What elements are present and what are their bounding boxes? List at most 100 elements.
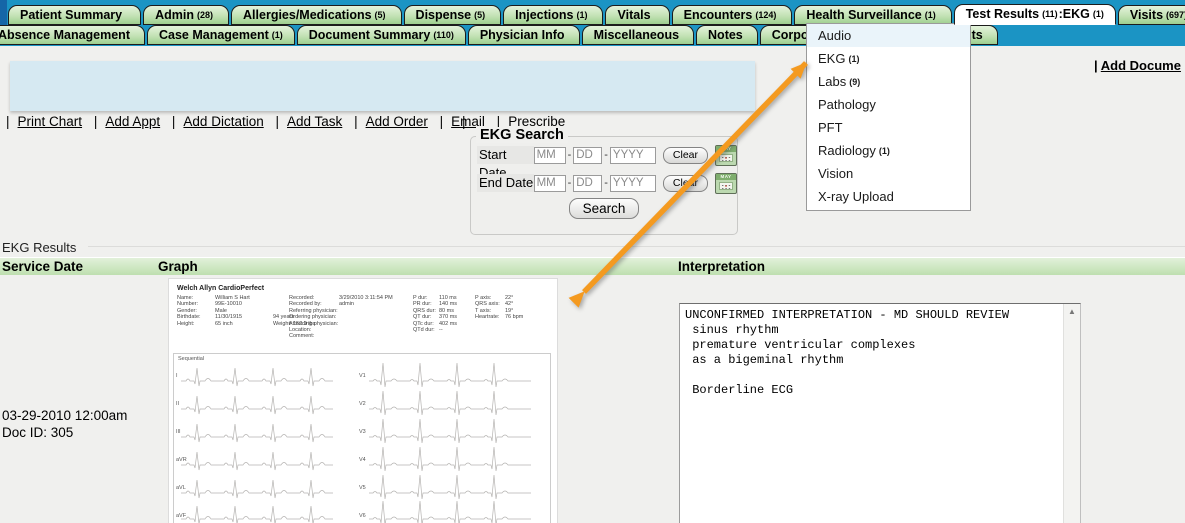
- tab[interactable]: Encounters(124): [672, 5, 793, 25]
- tab[interactable]: Absence Management: [0, 25, 145, 45]
- start-clear-button[interactable]: Clear: [663, 147, 708, 164]
- field-value: 76 bpm: [505, 314, 523, 320]
- scrollbar[interactable]: ▲: [1063, 304, 1080, 523]
- tab[interactable]: Injections(1): [503, 5, 603, 25]
- end-clear-button[interactable]: Clear: [663, 175, 708, 192]
- tab-label: Test Results: [966, 7, 1039, 21]
- tab[interactable]: Dispense(5): [404, 5, 502, 25]
- start-day-input[interactable]: [573, 147, 602, 164]
- action-link[interactable]: Print Chart: [6, 114, 82, 129]
- results-header-row: Service Date Graph Interpretation: [0, 257, 1185, 275]
- tab[interactable]: Miscellaneous: [582, 25, 694, 45]
- tab-count: (28): [197, 10, 213, 20]
- tab[interactable]: Vitals: [605, 5, 669, 25]
- column-header-service-date: Service Date: [2, 258, 83, 276]
- menu-item[interactable]: Labs(9): [807, 70, 970, 93]
- tab-row-1: Patient Summary Admin(28) Allergies/Medi…: [8, 4, 1185, 25]
- action-link[interactable]: Add Order: [354, 114, 428, 129]
- tab[interactable]: Admin(28): [143, 5, 229, 25]
- end-month-input[interactable]: [534, 175, 566, 192]
- lead-label: III: [176, 429, 187, 457]
- tab-count: (697): [1166, 10, 1185, 20]
- tab-label: Health Surveillance: [806, 8, 921, 22]
- start-calendar-icon[interactable]: MAY: [715, 145, 737, 166]
- ekg-search-title: EKG Search: [476, 127, 568, 143]
- lead-label: aVL: [176, 485, 187, 513]
- tab[interactable]: Health Surveillance (1): [794, 5, 951, 25]
- ekg-report-graph: Welch Allyn CardioPerfect Name:William S…: [168, 278, 558, 523]
- field-label: Height:: [177, 321, 215, 327]
- menu-item[interactable]: X-ray Upload: [807, 185, 970, 208]
- end-year-input[interactable]: [610, 175, 656, 192]
- column-header-graph: Graph: [158, 258, 198, 276]
- field-value: --: [439, 327, 443, 333]
- tab-label: Visits: [1130, 8, 1163, 22]
- action-link[interactable]: Add Task: [275, 114, 342, 129]
- menu-item[interactable]: Vision: [807, 162, 970, 185]
- end-calendar-icon[interactable]: MAY: [715, 173, 737, 194]
- tab-label: Injections: [515, 8, 573, 22]
- section-divider: [88, 246, 1185, 247]
- interpretation-text: UNCONFIRMED INTERPRETATION - MD SHOULD R…: [680, 304, 1080, 402]
- lead-label: V6: [359, 513, 366, 523]
- tab[interactable]: Visits(697): [1118, 5, 1185, 25]
- tab-label: Patient Summary: [20, 8, 122, 22]
- menu-item-label: Radiology: [818, 143, 876, 158]
- field-label: Heartrate:: [475, 314, 505, 320]
- tab-label: Document Summary: [309, 28, 431, 42]
- menu-item[interactable]: PFT: [807, 116, 970, 139]
- ekg-results-title: EKG Results: [2, 240, 76, 255]
- field-value: 65 inch: [215, 321, 273, 327]
- add-document-linkbar: Add Docume: [1094, 58, 1181, 73]
- menu-item-count: (1): [848, 54, 859, 64]
- tab[interactable]: Case Management(1): [147, 25, 295, 45]
- ekg-search-panel: EKG Search Start Date Clear MAY End Date…: [470, 136, 738, 235]
- search-button[interactable]: Search: [569, 198, 640, 219]
- ekg-results-page: Patient Summary Admin(28) Allergies/Medi…: [0, 0, 1185, 523]
- lead-label: aVF: [176, 513, 187, 523]
- test-results-dropdown: Audio EKG(1) Labs(9) Pathology PFT Radio…: [806, 23, 971, 211]
- lead-label: V5: [359, 485, 366, 513]
- tab[interactable]: Allergies/Medications(5): [231, 5, 402, 25]
- lead-label: aVR: [176, 457, 187, 485]
- tab[interactable]: Patient Summary: [8, 5, 141, 25]
- tab[interactable]: Physician Info: [468, 25, 580, 45]
- menu-item-label: Audio: [818, 28, 851, 43]
- calendar-grid: [719, 154, 733, 162]
- menu-item[interactable]: EKG(1): [807, 47, 970, 70]
- tab[interactable]: Test Results(11):EKG(1): [954, 4, 1116, 25]
- scroll-up-icon[interactable]: ▲: [1064, 308, 1080, 316]
- action-link[interactable]: Add Dictation: [172, 114, 264, 129]
- tab-subcount: (1): [1093, 9, 1104, 19]
- field-value: admin: [339, 301, 354, 307]
- tab-label: Case Management: [159, 28, 269, 42]
- date-dash: [604, 177, 608, 189]
- interpretation-textarea[interactable]: UNCONFIRMED INTERPRETATION - MD SHOULD R…: [679, 303, 1081, 523]
- calendar-grid: [719, 182, 733, 190]
- menu-item-label: Vision: [818, 166, 853, 181]
- end-day-input[interactable]: [573, 175, 602, 192]
- add-document-link[interactable]: Add Docume: [1101, 58, 1181, 73]
- action-link[interactable]: Add Appt: [94, 114, 160, 129]
- tab-count: (124): [755, 10, 776, 20]
- menu-item-label: Pathology: [818, 97, 876, 112]
- lead-label: V2: [359, 401, 366, 429]
- start-month-input[interactable]: [534, 147, 566, 164]
- tab[interactable]: Document Summary(110): [297, 25, 466, 45]
- menu-item[interactable]: Radiology(1): [807, 139, 970, 162]
- tab-count: (1): [925, 10, 936, 20]
- date-dash: [568, 149, 572, 161]
- start-year-input[interactable]: [610, 147, 656, 164]
- tab-label: Miscellaneous: [594, 28, 679, 42]
- start-date-label: Start Date: [477, 146, 534, 164]
- lead-label: V1: [359, 373, 366, 401]
- measurements-block: P dur:110 msPR dur:140 msQRS dur:80 msQT…: [413, 295, 457, 333]
- tab-count: (1): [576, 10, 587, 20]
- report-title: Welch Allyn CardioPerfect: [177, 285, 264, 292]
- menu-item-count: (9): [849, 77, 860, 87]
- lead-label: II: [176, 401, 187, 429]
- date-dash: [604, 149, 608, 161]
- tab[interactable]: Notes: [696, 25, 758, 45]
- menu-item[interactable]: Pathology: [807, 93, 970, 116]
- menu-item[interactable]: Audio: [807, 24, 970, 47]
